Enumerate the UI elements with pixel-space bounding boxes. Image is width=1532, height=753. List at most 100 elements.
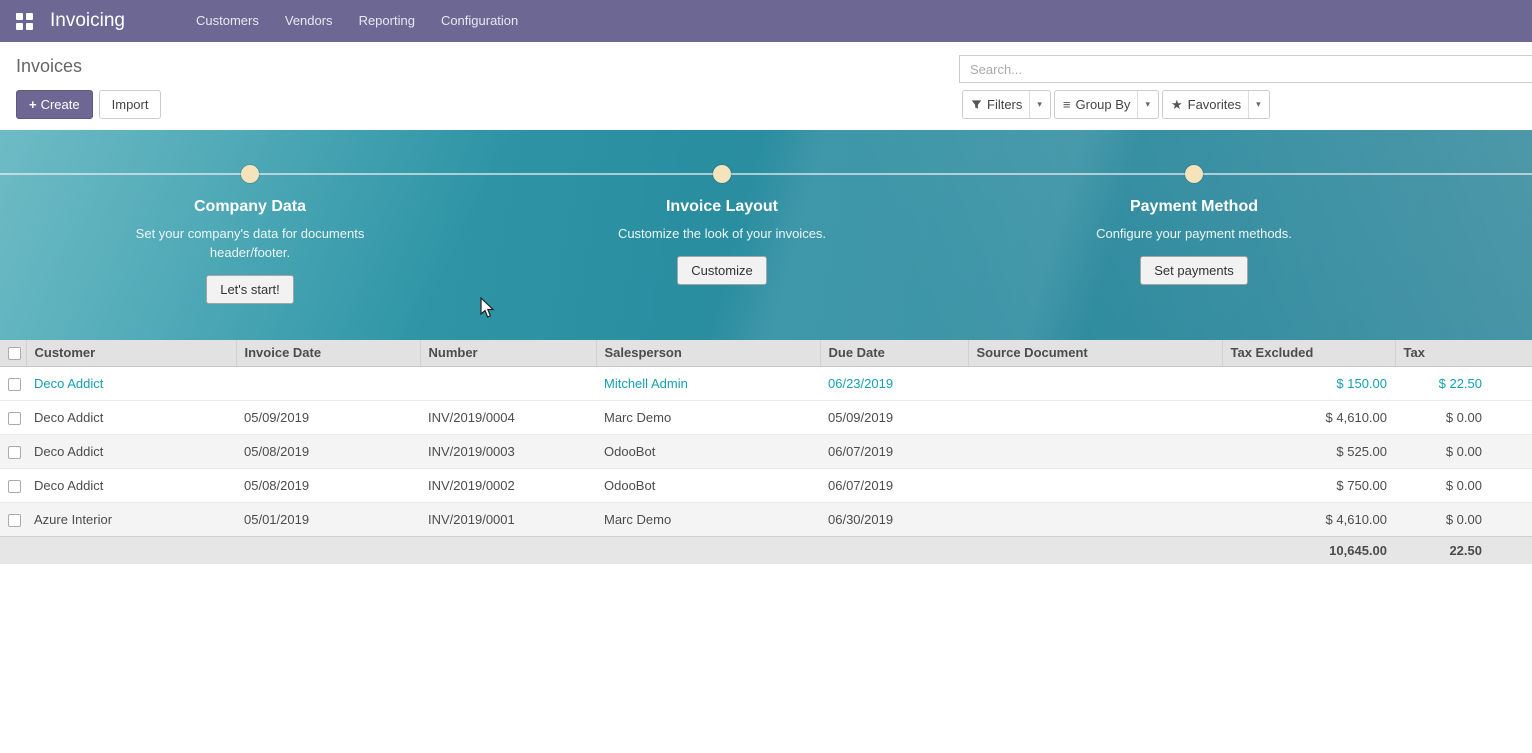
step-title: Company Data: [194, 198, 306, 216]
totals-row: 10,645.00 22.50: [0, 536, 1532, 564]
cell-tax-excluded: $ 4,610.00: [1222, 502, 1395, 536]
cell-tax: $ 0.00: [1395, 400, 1532, 434]
cell-tax: $ 0.00: [1395, 434, 1532, 468]
cell-source-document: [968, 434, 1222, 468]
cell-salesperson: OdooBot: [596, 434, 820, 468]
invoice-list: Customer Invoice Date Number Salesperson…: [0, 340, 1532, 564]
cell-tax: $ 22.50: [1395, 366, 1532, 400]
cell-due-date: 06/07/2019: [820, 468, 968, 502]
column-header-source-document[interactable]: Source Document: [968, 340, 1222, 366]
table-row[interactable]: Deco Addict 05/08/2019 INV/2019/0002 Odo…: [0, 468, 1532, 502]
cell-due-date: 05/09/2019: [820, 400, 968, 434]
column-header-tax[interactable]: Tax: [1395, 340, 1532, 366]
step-description: Customize the look of your invoices.: [606, 224, 838, 243]
chevron-down-icon: ▾: [1029, 91, 1042, 118]
cell-customer: Azure Interior: [26, 502, 236, 536]
column-header-tax-excluded[interactable]: Tax Excluded: [1222, 340, 1395, 366]
cell-salesperson: Mitchell Admin: [596, 366, 820, 400]
cell-tax: $ 0.00: [1395, 502, 1532, 536]
step-title: Invoice Layout: [666, 198, 778, 216]
column-header-due-date[interactable]: Due Date: [820, 340, 968, 366]
customize-button[interactable]: Customize: [677, 256, 766, 285]
cell-tax-excluded: $ 150.00: [1222, 366, 1395, 400]
page-title: Invoices: [16, 56, 82, 77]
select-all-checkbox[interactable]: [0, 340, 26, 366]
cell-invoice-date: 05/08/2019: [236, 468, 420, 502]
cell-customer: Deco Addict: [26, 434, 236, 468]
favorites-star-icon: ★: [1171, 97, 1183, 113]
plus-icon: +: [29, 97, 37, 112]
column-header-invoice-date[interactable]: Invoice Date: [236, 340, 420, 366]
menu-item-configuration[interactable]: Configuration: [428, 0, 531, 42]
cell-invoice-date: [236, 366, 420, 400]
app-title[interactable]: Invoicing: [50, 10, 125, 32]
set-payments-button[interactable]: Set payments: [1140, 256, 1248, 285]
menu-item-vendors[interactable]: Vendors: [272, 0, 346, 42]
table-row[interactable]: Deco Addict 05/09/2019 INV/2019/0004 Mar…: [0, 400, 1532, 434]
apps-menu-button[interactable]: [8, 5, 40, 37]
cell-due-date: 06/23/2019: [820, 366, 968, 400]
cell-due-date: 06/30/2019: [820, 502, 968, 536]
menu-item-customers[interactable]: Customers: [183, 0, 272, 42]
lets-start-button[interactable]: Let's start!: [206, 275, 294, 304]
cell-source-document: [968, 366, 1222, 400]
onboarding-banner: Company Data Set your company's data for…: [0, 130, 1532, 340]
cell-salesperson: OdooBot: [596, 468, 820, 502]
cell-invoice-date: 05/01/2019: [236, 502, 420, 536]
chevron-down-icon: ▾: [1248, 91, 1261, 118]
step-dot: [241, 165, 259, 183]
list-header-row: Customer Invoice Date Number Salesperson…: [0, 340, 1532, 366]
table-row[interactable]: Azure Interior 05/01/2019 INV/2019/0001 …: [0, 502, 1532, 536]
cell-number: INV/2019/0004: [420, 400, 596, 434]
table-row[interactable]: Deco Addict 05/08/2019 INV/2019/0003 Odo…: [0, 434, 1532, 468]
cell-due-date: 06/07/2019: [820, 434, 968, 468]
column-header-number[interactable]: Number: [420, 340, 596, 366]
step-description: Set your company's data for documents he…: [134, 224, 366, 262]
column-header-customer[interactable]: Customer: [26, 340, 236, 366]
cell-invoice-date: 05/08/2019: [236, 434, 420, 468]
total-tax: 22.50: [1395, 536, 1532, 564]
search-input[interactable]: [959, 55, 1532, 83]
chevron-down-icon: ▾: [1137, 91, 1150, 118]
import-button[interactable]: Import: [99, 90, 162, 119]
cell-source-document: [968, 400, 1222, 434]
filters-dropdown[interactable]: Filters ▾: [962, 90, 1051, 119]
cell-invoice-date: 05/09/2019: [236, 400, 420, 434]
cell-source-document: [968, 502, 1222, 536]
cell-number: INV/2019/0003: [420, 434, 596, 468]
favorites-dropdown[interactable]: ★ Favorites ▾: [1162, 90, 1270, 119]
row-checkbox[interactable]: [0, 434, 26, 468]
cell-customer: Deco Addict: [26, 366, 236, 400]
cell-customer: Deco Addict: [26, 468, 236, 502]
cell-salesperson: Marc Demo: [596, 502, 820, 536]
cell-number: [420, 366, 596, 400]
cell-tax-excluded: $ 750.00: [1222, 468, 1395, 502]
table-row[interactable]: Deco Addict Mitchell Admin 06/23/2019 $ …: [0, 366, 1532, 400]
step-dot: [713, 165, 731, 183]
apps-grid-icon: [16, 13, 33, 30]
group-by-icon: ≡: [1063, 97, 1071, 112]
cell-tax: $ 0.00: [1395, 468, 1532, 502]
cell-source-document: [968, 468, 1222, 502]
row-checkbox[interactable]: [0, 468, 26, 502]
row-checkbox[interactable]: [0, 400, 26, 434]
group-by-dropdown[interactable]: ≡ Group By ▾: [1054, 90, 1159, 119]
main-menu: Customers Vendors Reporting Configuratio…: [183, 0, 531, 42]
cell-salesperson: Marc Demo: [596, 400, 820, 434]
step-dot: [1185, 165, 1203, 183]
cell-tax-excluded: $ 4,610.00: [1222, 400, 1395, 434]
total-tax-excluded: 10,645.00: [1222, 536, 1395, 564]
top-navbar: Invoicing Customers Vendors Reporting Co…: [0, 0, 1532, 42]
menu-item-reporting[interactable]: Reporting: [346, 0, 428, 42]
row-checkbox[interactable]: [0, 366, 26, 400]
onboarding-step-invoice-layout: Invoice Layout Customize the look of you…: [486, 130, 958, 304]
cell-tax-excluded: $ 525.00: [1222, 434, 1395, 468]
column-header-salesperson[interactable]: Salesperson: [596, 340, 820, 366]
cell-number: INV/2019/0001: [420, 502, 596, 536]
step-description: Configure your payment methods.: [1078, 224, 1310, 243]
onboarding-step-payment-method: Payment Method Configure your payment me…: [958, 130, 1430, 304]
cell-number: INV/2019/0002: [420, 468, 596, 502]
create-button[interactable]: +Create: [16, 90, 93, 119]
row-checkbox[interactable]: [0, 502, 26, 536]
cell-customer: Deco Addict: [26, 400, 236, 434]
